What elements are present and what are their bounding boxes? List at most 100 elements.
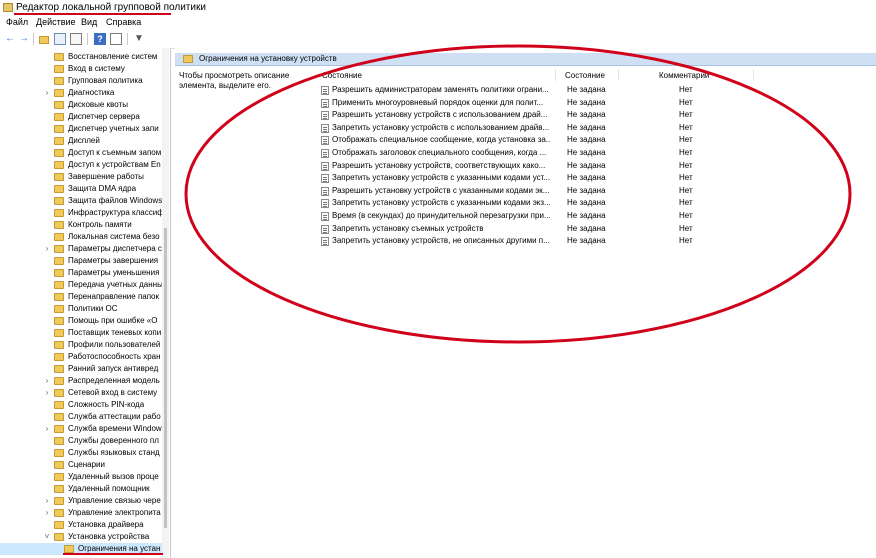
chevron-right-icon[interactable]: › [43,496,51,505]
chevron-right-icon[interactable]: › [43,424,51,433]
tree-scrollbar[interactable] [162,48,169,558]
tree-item[interactable]: Параметры завершения [0,255,162,267]
tree-item[interactable]: Установка драйвера [0,519,162,531]
show-hide-tree-icon[interactable] [54,33,66,45]
menu-file[interactable]: Файл [6,17,28,27]
properties-icon[interactable] [110,33,122,45]
policy-row[interactable]: Разрешить установку устройств, соответст… [319,160,876,172]
folder-icon [54,449,64,457]
tree-item[interactable]: ˅ Установка устройства [0,531,162,543]
policy-row[interactable]: Запретить установку устройств с указанны… [319,197,876,209]
chevron-right-icon[interactable]: › [43,244,51,253]
chevron-down-icon[interactable]: ˅ [43,532,51,541]
policy-row[interactable]: Время (в секундах) до принудительной пер… [319,210,876,222]
tree-item[interactable]: Ранний запуск антивред [0,363,162,375]
tree-item[interactable]: Удаленный помощник [0,483,162,495]
menu-view[interactable]: Вид [81,17,97,27]
tree-item-label: Профили пользователей [68,340,161,349]
tree-item[interactable]: Удаленный вызов проце [0,471,162,483]
tree-item[interactable]: Поставщик теневых копи [0,327,162,339]
tree-item[interactable]: Работоспособность хран [0,351,162,363]
tree-item[interactable]: Сложность PIN-кода [0,399,162,411]
tree-item[interactable]: Передача учетных данны [0,279,162,291]
help-icon[interactable]: ? [94,33,106,45]
tree-item[interactable]: Службы доверенного пл [0,435,162,447]
tree-item[interactable]: Перенаправление папок [0,291,162,303]
policy-state: Не задана [567,85,606,94]
forward-arrow-icon[interactable]: → [18,33,30,45]
tree-item[interactable]: Сценарии [0,459,162,471]
export-list-icon[interactable] [70,33,82,45]
tree-item[interactable]: Завершение работы [0,171,162,183]
tree-item[interactable]: Службы языковых станд [0,447,162,459]
policy-row[interactable]: Запретить установку съемных устройств Не … [319,223,876,235]
tree-item[interactable]: › Параметры диспетчера с [0,243,162,255]
policy-row[interactable]: Запретить установку устройств с указанны… [319,172,876,184]
menu-help[interactable]: Справка [106,17,141,27]
tree-item[interactable]: › Диагностика [0,87,162,99]
policy-setting-icon [321,199,329,209]
tree-item[interactable]: Служба аттестации рабо [0,411,162,423]
tree-item[interactable]: Дисковые квоты [0,99,162,111]
policy-row[interactable]: Запретить установку устройств, не описан… [319,235,876,247]
tree-item[interactable]: Восстановление систем [0,51,162,63]
tree-scroll-thumb[interactable] [164,228,167,528]
tree-item[interactable]: Групповая политика [0,75,162,87]
tree-item[interactable]: › Сетевой вход в систему [0,387,162,399]
policy-state: Не задана [567,135,606,145]
policy-state: Не задана [567,173,606,183]
tree-item-label: Ограничения на устан [78,544,161,553]
tree-item[interactable]: Помощь при ошибке «О [0,315,162,327]
tree-item-label: Управление электропита [68,508,161,517]
policy-setting-icon [321,86,329,95]
tree-item[interactable]: Параметры уменьшения [0,267,162,279]
tree-item[interactable]: › Управление связью чере [0,495,162,507]
policy-setting-icon [321,237,329,247]
tree-item[interactable]: Инфраструктура классиф [0,207,162,219]
policy-comment: Нет [679,211,693,220]
column-header-name[interactable]: Состояние [322,71,362,80]
column-header-state[interactable]: Состояние [565,71,605,80]
tree-item-label: Сценарии [68,460,105,469]
up-folder-icon[interactable] [38,33,50,45]
tree-item[interactable]: › Управление электропита [0,507,162,519]
policy-row[interactable]: Разрешить администраторам заменять полит… [319,84,876,96]
chevron-right-icon[interactable]: › [43,388,51,397]
tree-item[interactable]: Доступ к съемным запом [0,147,162,159]
tree-item[interactable]: Профили пользователей [0,339,162,351]
back-arrow-icon[interactable]: ← [4,33,16,45]
tree-item[interactable]: Локальная система безо [0,231,162,243]
policy-row[interactable]: Отображать заголовок специального сообще… [319,147,876,159]
tree-item[interactable]: Контроль памяти [0,219,162,231]
policy-state: Не задана [567,185,606,195]
tree-item[interactable]: Политики ОС [0,303,162,315]
tree-item[interactable]: Диспетчер сервера [0,111,162,123]
chevron-right-icon[interactable]: › [43,376,51,385]
tree-item[interactable]: Дисплей [0,135,162,147]
tree-item-label: Параметры диспетчера с [68,244,162,253]
folder-icon [64,545,74,553]
policy-row[interactable]: Применить многоуровневый порядок оценки … [319,97,876,109]
policy-row[interactable]: Разрешить установку устройств с указанны… [319,185,876,197]
policy-row[interactable]: Разрешить установку устройств с использо… [319,109,876,121]
policy-state: Не задана [567,148,606,157]
tree-item[interactable]: › Служба времени Window [0,423,162,435]
policy-row[interactable]: Отображать специальное сообщение, когда … [319,134,876,146]
tree-item-label: Управление связью чере [68,496,161,505]
menu-action[interactable]: Действие [36,17,76,27]
tree-item[interactable]: Защита DMA ядра [0,183,162,195]
column-header-comment[interactable]: Комментарий [659,71,709,80]
chevron-right-icon[interactable]: › [43,88,51,97]
tree-item[interactable]: Доступ к устройствам En [0,159,162,171]
tree-item[interactable]: Вход в систему [0,63,162,75]
chevron-right-icon[interactable]: › [43,508,51,517]
folder-icon [54,305,64,313]
folder-icon [54,281,64,289]
tree-item[interactable]: › Распределенная модель [0,375,162,387]
tree-item[interactable]: Диспетчер учетных запи [0,123,162,135]
tree-item-label: Распределенная модель [68,376,160,385]
filter-icon[interactable]: ▼ [133,33,145,45]
tree-item-label: Работоспособность хран [68,352,161,361]
policy-row[interactable]: Запретить установку устройств с использо… [319,122,876,134]
tree-item[interactable]: Защита файлов Windows [0,195,162,207]
